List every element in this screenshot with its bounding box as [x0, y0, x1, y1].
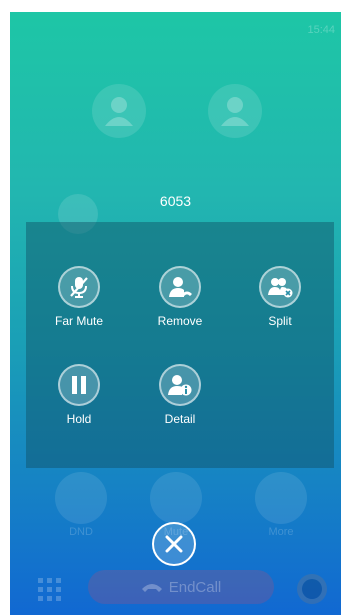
more-label: More	[268, 526, 294, 538]
detail-label: Detail	[164, 412, 196, 426]
person-icon	[221, 97, 249, 126]
detail-button[interactable]: Detail	[140, 364, 220, 426]
far-mute-button[interactable]: Far Mute	[39, 266, 119, 328]
status-time: 15:44	[307, 24, 335, 36]
participant-avatar	[208, 84, 262, 138]
hold-button[interactable]: Hold	[39, 364, 119, 426]
hold-label: Hold	[66, 412, 92, 426]
record-icon[interactable]	[297, 574, 327, 604]
mic-muted-icon	[58, 266, 100, 308]
pause-icon	[58, 364, 100, 406]
participant-action-panel: Far Mute Remove Split Hold Detail	[26, 222, 334, 468]
hangup-icon	[141, 584, 162, 592]
end-call-label: EndCall	[168, 578, 222, 596]
remove-member-icon	[159, 266, 201, 308]
end-call-button[interactable]: EndCall	[88, 570, 274, 604]
mute-icon	[150, 472, 202, 524]
participant-avatar	[92, 84, 146, 138]
participant-number: 6053	[159, 193, 192, 209]
keypad-icon[interactable]	[38, 578, 62, 602]
more-icon	[255, 472, 307, 524]
close-icon	[165, 535, 183, 553]
split-button[interactable]: Split	[240, 266, 320, 328]
call-screen: 15:44 6053 Far Mute Remove Split Hold De…	[10, 12, 341, 615]
close-button[interactable]	[152, 522, 196, 566]
split-label: Split	[268, 314, 292, 328]
phone-frame: 15:44 6053 Far Mute Remove Split Hold De…	[0, 0, 345, 615]
dnd-label: DND	[69, 526, 93, 538]
split-conference-icon	[259, 266, 301, 308]
remove-button[interactable]: Remove	[140, 266, 220, 328]
far-mute-label: Far Mute	[54, 314, 103, 328]
member-info-icon	[159, 364, 201, 406]
dnd-icon	[55, 472, 107, 524]
remove-label: Remove	[157, 314, 203, 328]
person-icon	[105, 97, 133, 126]
